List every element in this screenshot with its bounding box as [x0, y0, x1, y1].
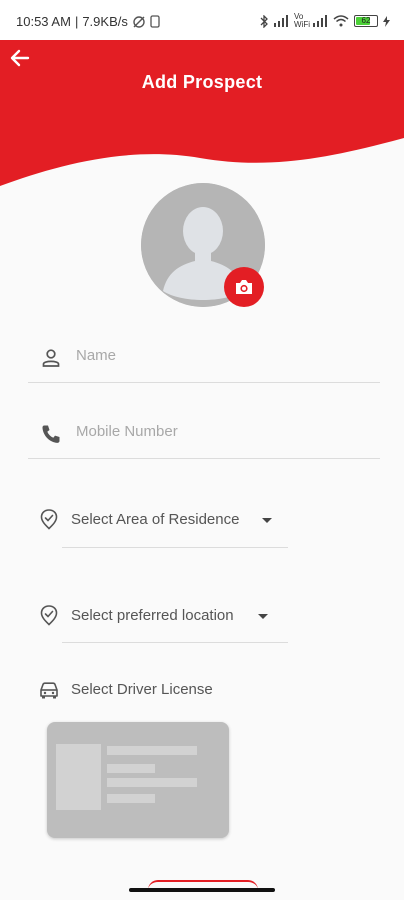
mobile-underline: [28, 458, 380, 459]
sim-icon: [150, 15, 160, 28]
area-underline: [62, 547, 288, 548]
name-underline: [28, 382, 380, 383]
license-line: [107, 794, 155, 803]
license-line: [107, 746, 197, 755]
wifi-icon: [333, 15, 349, 27]
name-input[interactable]: Name: [76, 347, 116, 364]
status-time: 10:53 AM: [16, 14, 71, 29]
camera-icon: [236, 280, 252, 294]
status-bar: 10:53 AM | 7.9KB/s Vo WiFi 62: [0, 0, 404, 40]
status-left: 10:53 AM | 7.9KB/s: [16, 14, 160, 29]
name-field[interactable]: Name: [40, 345, 380, 385]
header: Add Prospect: [0, 40, 404, 190]
home-indicator[interactable]: [129, 888, 275, 892]
battery-level: 62: [361, 16, 371, 25]
network-label: Vo WiFi: [294, 12, 310, 29]
charging-icon: [383, 15, 390, 27]
chevron-down-icon: [258, 614, 268, 619]
camera-button[interactable]: [224, 267, 264, 307]
license-photo-placeholder: [56, 744, 101, 810]
license-line: [107, 778, 197, 787]
status-right: Vo WiFi 62: [260, 13, 390, 29]
data-saver-icon: [133, 15, 145, 28]
header-wave: [0, 40, 404, 186]
mobile-input[interactable]: Mobile Number: [76, 423, 178, 440]
chevron-down-icon: [262, 518, 272, 523]
location-underline: [62, 642, 288, 643]
avatar-section: [141, 183, 265, 307]
license-card-placeholder[interactable]: [47, 722, 229, 838]
driver-license-label: Select Driver License: [71, 681, 213, 698]
license-line: [107, 764, 155, 773]
driver-license-field[interactable]: Select Driver License: [38, 678, 288, 704]
signal-icon-1: [274, 15, 288, 27]
area-dropdown[interactable]: Select Area of Residence: [38, 508, 288, 538]
back-arrow-icon[interactable]: [8, 46, 32, 70]
location-shield-icon: [40, 605, 58, 626]
area-dropdown-label: Select Area of Residence: [71, 511, 240, 528]
mobile-field[interactable]: Mobile Number: [40, 421, 380, 461]
person-icon: [42, 349, 60, 367]
location-shield-icon: [40, 509, 58, 530]
car-icon: [40, 682, 58, 699]
signal-icon-2: [313, 15, 327, 27]
page-title: Add Prospect: [141, 72, 263, 92]
location-dropdown[interactable]: Select preferred location: [38, 604, 288, 634]
battery-icon: 62: [354, 15, 378, 27]
phone-icon: [42, 425, 60, 443]
status-separator: |: [74, 14, 79, 29]
status-speed: 7.9KB/s: [82, 14, 128, 29]
bluetooth-icon: [260, 14, 268, 28]
location-dropdown-label: Select preferred location: [71, 607, 234, 624]
